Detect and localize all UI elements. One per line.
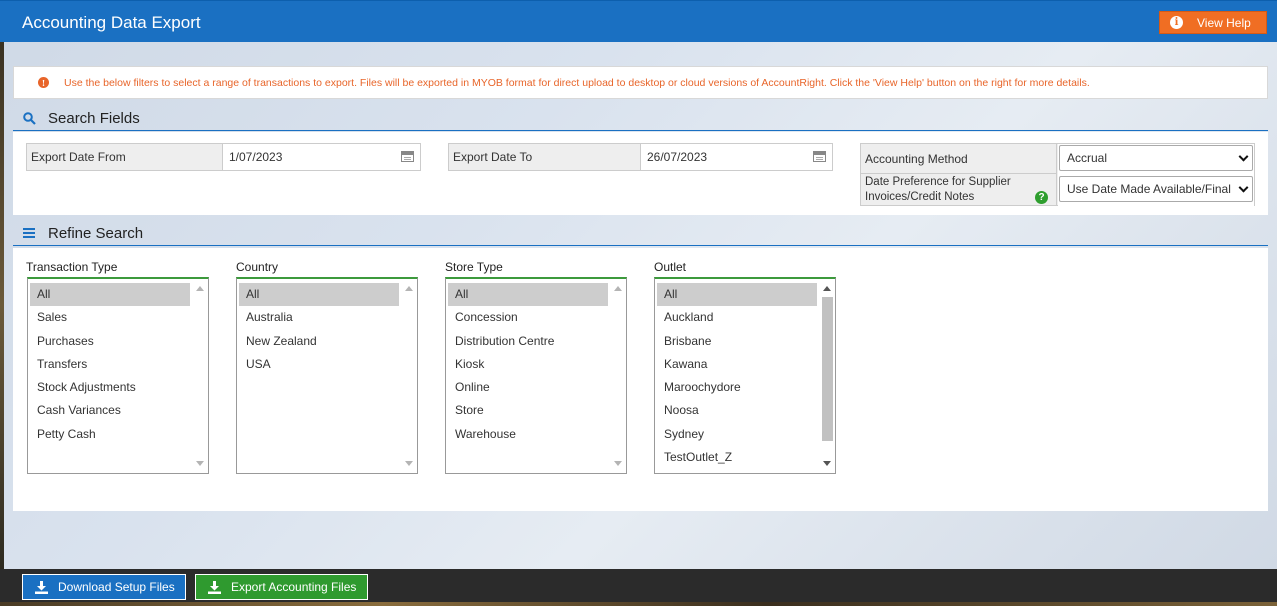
list-option[interactable]: All xyxy=(239,283,399,307)
scroll-down-icon[interactable] xyxy=(196,461,204,466)
download-icon xyxy=(35,580,48,594)
list-option[interactable]: Online xyxy=(448,376,608,399)
calendar-icon[interactable] xyxy=(813,151,826,162)
list-option[interactable]: Purchases xyxy=(30,330,190,353)
view-help-label: View Help xyxy=(1197,15,1251,30)
scroll-up-icon[interactable] xyxy=(196,286,204,291)
date-preference-value: Use Date Made Available/Final xyxy=(1067,182,1231,196)
export-date-to-label: Export Date To xyxy=(449,144,641,170)
list-option[interactable]: Australia xyxy=(239,306,399,329)
accounting-method-select[interactable]: Accrual xyxy=(1059,145,1253,171)
list-option[interactable]: Kawana xyxy=(657,353,817,376)
list-option[interactable]: Sales xyxy=(30,306,190,329)
export-date-to-value: 26/07/2023 xyxy=(647,150,708,164)
search-panel: Export Date From 1/07/2023 Export Date T… xyxy=(13,132,1268,215)
help-question-icon[interactable]: ? xyxy=(1035,191,1048,204)
list-option[interactable]: Auckland xyxy=(657,306,817,329)
list-option[interactable]: Stock Adjustments xyxy=(30,376,190,399)
scroll-up-icon[interactable] xyxy=(405,286,413,291)
scroll-down-icon[interactable] xyxy=(405,461,413,466)
scroll-down-icon[interactable] xyxy=(614,461,622,466)
scrollbar[interactable] xyxy=(611,280,625,472)
refine-panel: Transaction Type All Sales Purchases Transf… xyxy=(13,248,1268,511)
list-option[interactable]: Distribution Centre xyxy=(448,330,608,353)
list-option[interactable]: Maroochydore xyxy=(657,376,817,399)
list-option[interactable]: Transfers xyxy=(30,353,190,376)
store-type-label: Store Type xyxy=(445,260,503,274)
export-date-from-input[interactable]: 1/07/2023 xyxy=(223,144,420,170)
list-option[interactable]: Store xyxy=(448,399,608,422)
export-accounting-files-label: Export Accounting Files xyxy=(231,580,357,594)
outlet-label: Outlet xyxy=(654,260,687,274)
transaction-type-label: Transaction Type xyxy=(26,260,118,274)
list-option[interactable]: Kiosk xyxy=(448,353,608,376)
list-icon xyxy=(23,228,35,238)
list-option[interactable]: Warehouse xyxy=(448,423,608,446)
chevron-down-icon xyxy=(1238,151,1249,162)
info-notice: ! Use the below filters to select a rang… xyxy=(13,66,1268,99)
scroll-up-icon[interactable] xyxy=(614,286,622,291)
store-type-list[interactable]: All Concession Distribution Centre Kiosk Onl… xyxy=(445,277,627,474)
accounting-method-label: Accounting Method xyxy=(861,144,1057,174)
download-icon xyxy=(208,580,221,594)
scrollbar[interactable] xyxy=(820,280,834,472)
page-title: Accounting Data Export xyxy=(22,13,201,32)
export-date-to-input[interactable]: 26/07/2023 xyxy=(641,144,832,170)
scrollbar[interactable] xyxy=(193,280,207,472)
download-setup-files-label: Download Setup Files xyxy=(58,580,175,594)
info-icon: i xyxy=(1170,16,1183,29)
footer-bar: Download Setup Files Export Accounting F… xyxy=(0,569,1277,606)
list-option[interactable]: Cash Variances xyxy=(30,399,190,422)
country-list[interactable]: All Australia New Zealand USA xyxy=(236,277,418,474)
background-strip xyxy=(0,42,4,569)
search-icon xyxy=(23,112,36,125)
export-date-from-label: Export Date From xyxy=(27,144,223,170)
list-option[interactable]: All xyxy=(657,283,817,307)
accounting-options-group: Accounting Method Date Preference for Su… xyxy=(860,143,1255,207)
notice-text: Use the below filters to select a range … xyxy=(64,76,1090,89)
search-fields-title: Search Fields xyxy=(48,110,140,127)
export-date-to-field: Export Date To 26/07/2023 xyxy=(448,143,833,171)
export-accounting-files-button[interactable]: Export Accounting Files xyxy=(195,574,368,600)
info-icon: ! xyxy=(38,77,49,88)
scrollbar[interactable] xyxy=(402,280,416,472)
date-preference-label: Date Preference for Supplier Invoices/Cr… xyxy=(861,174,1057,205)
chevron-down-icon xyxy=(1238,182,1249,193)
list-option[interactable]: New Zealand xyxy=(239,330,399,353)
list-option[interactable]: TestOutlet_Z xyxy=(657,446,817,469)
download-setup-files-button[interactable]: Download Setup Files xyxy=(22,574,186,600)
accounting-method-value: Accrual xyxy=(1067,151,1108,165)
calendar-icon[interactable] xyxy=(401,151,414,162)
date-preference-select[interactable]: Use Date Made Available/Final xyxy=(1059,176,1253,202)
scrollbar-thumb[interactable] xyxy=(822,297,833,441)
scroll-up-icon[interactable] xyxy=(823,286,831,291)
list-option[interactable]: Concession xyxy=(448,306,608,329)
scroll-down-icon[interactable] xyxy=(823,461,831,466)
export-date-from-value: 1/07/2023 xyxy=(229,150,283,164)
refine-search-title: Refine Search xyxy=(48,225,144,242)
list-option[interactable]: All xyxy=(30,283,190,307)
refine-search-heading: Refine Search xyxy=(13,222,1268,246)
list-option[interactable]: USA xyxy=(239,353,399,376)
list-option[interactable]: Brisbane xyxy=(657,330,817,353)
list-option[interactable]: Sydney xyxy=(657,423,817,446)
search-fields-heading: Search Fields xyxy=(13,107,1268,131)
transaction-type-list[interactable]: All Sales Purchases Transfers Stock Adjustme… xyxy=(27,277,209,474)
list-option[interactable]: Petty Cash xyxy=(30,423,190,446)
list-option[interactable]: Noosa xyxy=(657,399,817,422)
header-bar: Accounting Data Export i View Help xyxy=(0,0,1277,42)
view-help-button[interactable]: i View Help xyxy=(1159,11,1267,34)
export-date-from-field: Export Date From 1/07/2023 xyxy=(26,143,421,171)
list-option[interactable]: All xyxy=(448,283,608,307)
country-label: Country xyxy=(236,260,279,274)
outlet-list[interactable]: All Auckland Brisbane Kawana Maroochydore Noo… xyxy=(654,277,836,474)
